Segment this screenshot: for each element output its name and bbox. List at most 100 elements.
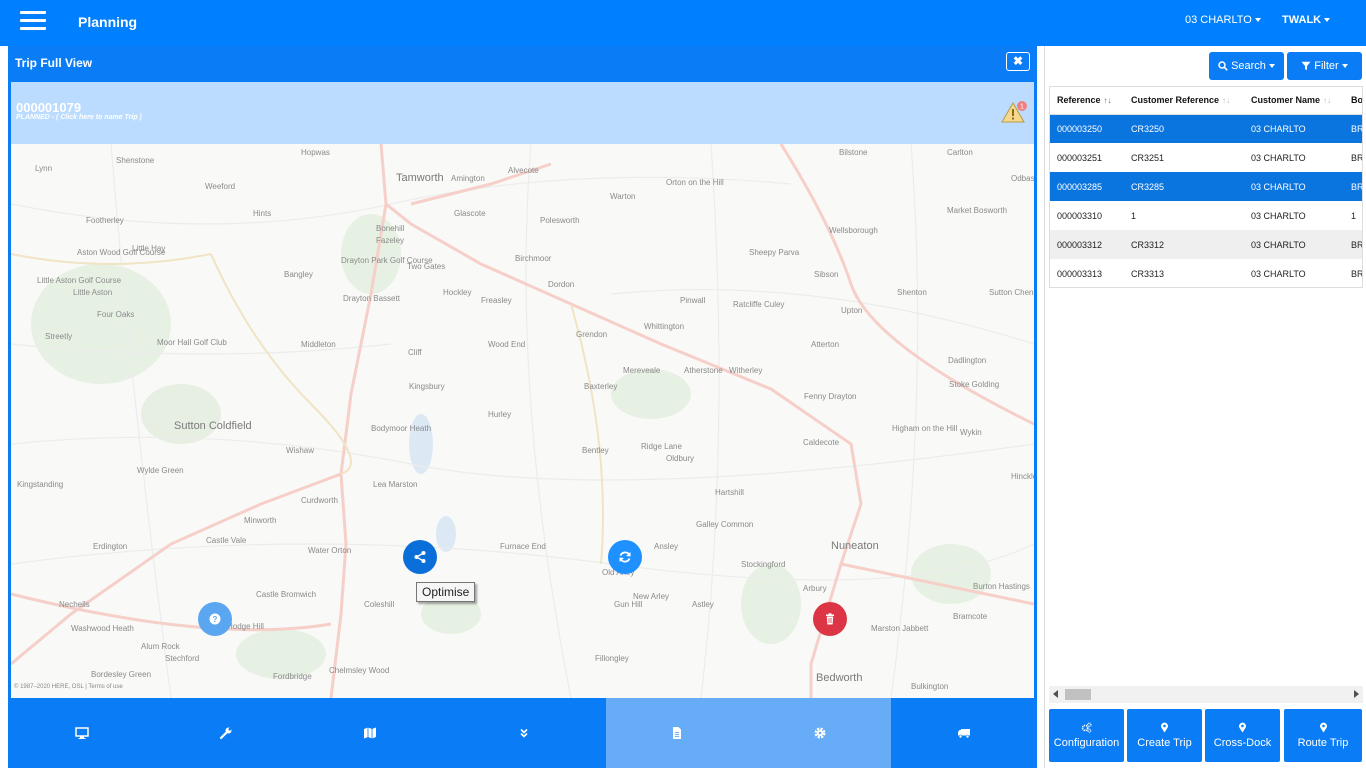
toolbar-document-button[interactable] [606,698,748,768]
cell-customer-reference: CR3313 [1131,268,1165,279]
map-place: Shenton [897,288,927,297]
map-place: Tamworth [396,172,444,184]
toolbar-truck-button[interactable] [891,698,1037,768]
table-row[interactable]: 000003251 CR3251 03 CHARLTO BR [1050,143,1362,172]
scroll-right-icon[interactable] [1354,690,1359,698]
table-row[interactable]: 000003310 1 03 CHARLTO 1 [1050,201,1362,230]
map-place: Little Aston [73,288,113,297]
trip-toolbar [8,698,1037,768]
column-header-label: Reference [1057,95,1101,106]
route-map[interactable]: Shenstone Hopwas Tamworth Amington Alvec… [11,144,1034,698]
route-trip-button[interactable]: Route Trip [1284,709,1362,762]
map-place: Fillongley [595,654,629,663]
map-place: Hints [253,209,272,218]
desktop-icon [75,727,89,739]
map-place: Pinwall [680,296,706,305]
map-place: Burton Hastings [973,582,1030,591]
cell-customer-reference: 1 [1131,210,1137,221]
toolbar-settings-button[interactable] [748,698,891,768]
map-marker-icon [1319,722,1327,733]
map-place: Polesworth [540,216,580,225]
depot-label: 03 CHARLTO [1185,14,1252,26]
optimise-button[interactable] [403,540,437,574]
filter-button[interactable]: Filter [1287,52,1362,80]
table-row[interactable]: 000003313 CR3313 03 CHARLTO BR [1050,259,1363,287]
cell-reference: 000003313 [1057,268,1103,279]
caret-down-icon [1268,64,1275,68]
map-place: Streetly [45,332,73,341]
top-bar: Planning 03 CHARLTO TWALK [0,0,1366,46]
depot-dropdown[interactable]: 03 CHARLTO [1185,14,1261,26]
map-place: Sibson [814,270,839,279]
scrollbar-thumb[interactable] [1065,689,1091,700]
trip-info-bar[interactable]: 000001079 PLANNED - ( Click here to name… [11,82,1034,144]
cell-reference: 000003312 [1050,230,1124,259]
cell-extra: BR [1344,230,1362,259]
map-place: Fazeley [376,236,405,245]
warning-icon[interactable]: 1 [1001,100,1027,126]
map-place: Orton on the Hill [666,178,724,187]
orders-panel: Search Filter Reference ↑↓ Customer Refer… [1044,46,1366,768]
column-header-label: Customer Reference [1131,95,1220,106]
map-place: Oldbury [666,454,695,463]
document-icon [673,727,681,739]
map-place: Hinckley [1011,472,1034,481]
hamburger-menu-icon[interactable] [20,11,46,33]
map-place: Castle Bromwich [256,590,317,599]
table-row[interactable]: 000003250 CR3250 03 CHARLTO BR [1050,114,1362,143]
cell-customer-name: 03 CHARLTO [1251,268,1306,279]
chevron-double-down-icon [520,728,528,738]
cell-customer-reference: CR3312 [1124,230,1244,259]
map-place: Washwood Heath [71,624,134,633]
map-place: Ridge Lane [641,442,682,451]
cross-dock-button[interactable]: Cross-Dock [1205,709,1280,762]
map-place: Sutton Coldfield [174,420,252,432]
trip-panel-title: Trip Full View [15,56,93,70]
map-place: Furnace End [500,542,546,551]
trip-full-view-panel: Trip Full View ✖ 000001079 PLANNED - ( C… [8,46,1037,768]
toolbar-map-button[interactable] [296,698,444,768]
refresh-icon [619,551,631,563]
table-row[interactable]: 000003285 CR3285 03 CHARLTO BR [1050,172,1362,201]
map-place: Bonehill [376,224,405,233]
map-place: Alum Rock [141,642,180,651]
table-row[interactable]: 000003312 CR3312 03 CHARLTO BR [1050,230,1362,259]
column-header-reference[interactable]: Reference ↑↓ [1050,87,1124,115]
column-header-customer-reference[interactable]: Customer Reference ↑↓ [1124,87,1244,115]
close-button[interactable]: ✖ [1006,52,1030,71]
configuration-button[interactable]: Configuration [1049,709,1124,762]
column-header-customer-name[interactable]: Customer Name ↑↓ [1244,87,1344,115]
map-place: Odbas [1011,174,1034,183]
cell-extra: BR [1351,268,1363,279]
map-background [11,144,1034,698]
map-place: Hurley [488,410,512,419]
user-dropdown[interactable]: TWALK [1282,14,1331,26]
trip-status-link[interactable]: PLANNED - ( Click here to name Trip ) [16,114,142,121]
delete-trip-button[interactable] [813,602,847,636]
search-icon [1218,61,1228,71]
cell-reference: 000003285 [1050,172,1124,201]
horizontal-scrollbar[interactable] [1049,686,1363,703]
scroll-left-icon[interactable] [1053,690,1058,698]
column-header-label: Customer Name [1251,95,1321,106]
map-place: Hopwas [301,148,330,157]
toolbar-expand-button[interactable] [444,698,604,768]
map-marker-icon [1239,722,1246,733]
help-button[interactable]: ? [198,602,232,636]
map-place: Ansley [654,542,679,551]
optimise-tooltip: Optimise [416,582,476,602]
search-button[interactable]: Search [1209,52,1284,80]
toolbar-wrench-button[interactable] [156,698,296,768]
map-place: Hodge Hill [227,622,264,631]
filter-label: Filter [1314,60,1339,72]
search-label: Search [1231,60,1266,72]
create-trip-label: Create Trip [1137,737,1192,749]
map-copyright: © 1987–2020 HERE, OSL | Terms of use [14,684,123,690]
toolbar-desktop-button[interactable] [8,698,156,768]
create-trip-button[interactable]: Create Trip [1127,709,1202,762]
map-place: Chelmsley Wood [329,666,390,675]
filter-icon [1301,61,1311,71]
map-place: Stoke Golding [949,380,1000,389]
refresh-button[interactable] [608,540,642,574]
column-header-bo[interactable]: Bo [1344,87,1362,115]
